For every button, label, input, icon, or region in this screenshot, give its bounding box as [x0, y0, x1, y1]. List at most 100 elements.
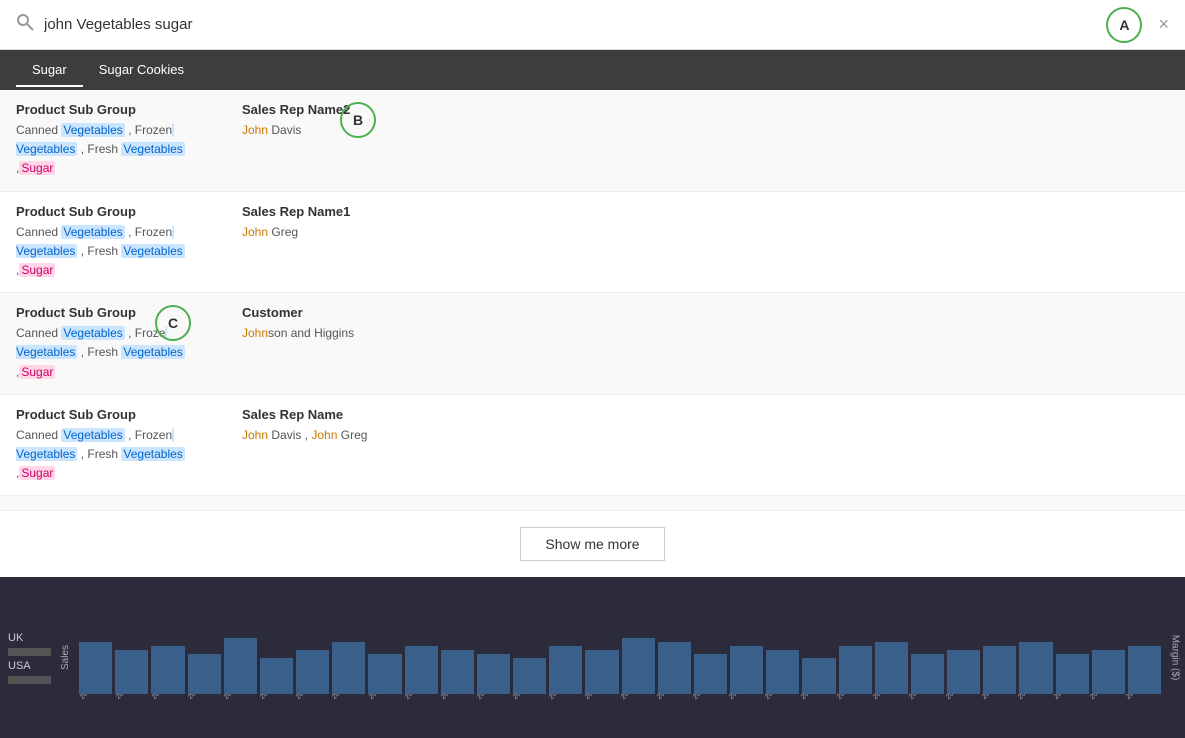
plain-text: son and Higgins — [268, 326, 354, 340]
plain-text: Davis — [268, 123, 301, 137]
chart-x-label-0: 2012-Jan — [79, 694, 109, 701]
chart-x-label-14: 2013-Mar — [584, 694, 614, 701]
plain-text: Canned — [16, 428, 61, 442]
highlight-blue: Vegetables — [121, 244, 184, 258]
result-right-col-1: Sales Rep Name1John Greg — [226, 204, 1169, 281]
chart-x-labels: 2012-Jan2012-Feb2012-Mar2012-Apr2012-May… — [75, 694, 1165, 734]
margin-axis-label: Margin ($) — [1165, 577, 1185, 738]
chart-x-label-22: 2013-Nov — [872, 694, 902, 701]
tab-sugar[interactable]: Sugar — [16, 54, 83, 87]
chart-bar-27 — [1056, 654, 1089, 694]
left-values-0: Canned Vegetables , Frozen Vegetables , … — [16, 121, 226, 179]
plain-text: Greg — [268, 225, 298, 239]
left-header-2: Product Sub Group — [16, 305, 226, 320]
chart-x-label-11: 2012-Dec — [476, 694, 506, 701]
left-header-1: Product Sub Group — [16, 204, 226, 219]
plain-text: , Fresh — [77, 142, 121, 156]
results-area: Product Sub Group Canned Vegetables , Fro… — [0, 90, 1185, 510]
plain-text: , Fresh — [77, 345, 121, 359]
result-right-col-3: Sales Rep NameJohn Davis , John Greg — [226, 407, 1169, 484]
result-left-col-0: Product Sub GroupCanned Vegetables , Fro… — [16, 102, 226, 179]
left-values-1: Canned Vegetables , Frozen Vegetables , … — [16, 223, 226, 281]
result-row-3[interactable]: Product Sub GroupCanned Vegetables , Fro… — [0, 395, 1185, 497]
chart-x-label-8: 2012-Sep — [368, 694, 398, 701]
chart-x-label-1: 2012-Feb — [115, 694, 145, 701]
region-bar-uk — [8, 648, 51, 656]
plain-text: Canned — [16, 326, 61, 340]
chart-x-label-20: 2013-Sep — [800, 694, 830, 701]
result-row-1[interactable]: Product Sub Group Canned Vegetables , Fro… — [0, 192, 1185, 294]
sales-axis-label: Sales — [55, 577, 75, 738]
chart-x-label-9: 2012-Oct — [404, 694, 434, 701]
circle-a-annotation: A — [1106, 7, 1142, 43]
highlight-pink: Sugar — [19, 161, 55, 175]
left-header-4: Product Sub Group — [16, 508, 226, 510]
chart-bar-19 — [766, 650, 799, 694]
result-row-4[interactable]: Product Sub GroupCanned Vegetables , Fro… — [0, 496, 1185, 510]
left-header-3: Product Sub Group — [16, 407, 226, 422]
chart-x-label-24: 2014-Jan — [945, 694, 975, 701]
result-left-col-2: Product Sub GroupCanned Vegetables , Fro… — [16, 305, 226, 382]
circle-b-annotation: B — [340, 102, 376, 138]
chart-x-label-27: 2014-Apr — [1053, 694, 1083, 701]
chart-x-label-15: 2013-Apr — [620, 694, 650, 701]
tab-bar: Sugar Sugar Cookies — [0, 50, 1185, 90]
region-bar-usa — [8, 676, 51, 684]
chart-bar-17 — [694, 654, 727, 694]
plain-text: , Fresh — [77, 447, 121, 461]
chart-x-label-3: 2012-Apr — [187, 694, 217, 701]
chart-x-label-16: 2013-May — [656, 694, 686, 701]
tab-sugar-cookies[interactable]: Sugar Cookies — [83, 54, 200, 87]
chart-x-label-29: 2014-Jun — [1125, 694, 1155, 701]
result-row-0[interactable]: Product Sub GroupCanned Vegetables , Fro… — [0, 90, 1185, 192]
circle-c-annotation: C — [155, 305, 191, 341]
chart-x-label-26: 2014-Mar — [1017, 694, 1047, 701]
chart-left-labels: UK USA — [0, 577, 55, 738]
right-header-4: Manager — [242, 508, 1169, 510]
result-right-col-4: ManagerJohn Davis , John Greg — [226, 508, 1169, 510]
chart-x-label-19: 2013-Aug — [764, 694, 794, 701]
chart-x-label-6: 2012-Jul — [295, 694, 325, 701]
right-values-0: John Davis — [242, 121, 1169, 140]
right-header-2: Customer — [242, 305, 1169, 320]
chart-x-label-23: 2013-Dec — [908, 694, 938, 701]
chart-x-label-18: 2013-Jul — [728, 694, 758, 701]
show-more-wrap: Show me more — [0, 510, 1185, 577]
chart-x-label-5: 2012-Jun — [259, 694, 289, 701]
chart-x-label-13: 2013-Feb — [548, 694, 578, 701]
chart-bar-7 — [332, 642, 365, 694]
plain-text: , Frozen — [125, 428, 172, 442]
chart-bar-15 — [622, 638, 655, 694]
chart-x-label-7: 2012-Aug — [331, 694, 361, 701]
region-label-usa: USA — [8, 660, 51, 672]
chart-bar-18 — [730, 646, 763, 694]
chart-x-label-28: 2014-May — [1089, 694, 1119, 701]
result-right-col-2: CustomerJohnson and Higgins — [226, 305, 1169, 382]
chart-bar-0 — [79, 642, 112, 694]
chart-x-label-17: 2013-Jun — [692, 694, 722, 701]
result-left-col-3: Product Sub GroupCanned Vegetables , Fro… — [16, 407, 226, 484]
chart-bar-6 — [296, 650, 329, 694]
right-header-0: Sales Rep Name2 — [242, 102, 1169, 117]
right-header-3: Sales Rep Name — [242, 407, 1169, 422]
chart-bar-2 — [151, 646, 184, 694]
chart-bar-3 — [188, 654, 221, 694]
chart-bar-23 — [911, 654, 944, 694]
close-button[interactable]: × — [1158, 14, 1169, 35]
result-row-2[interactable]: Product Sub GroupCanned Vegetables , Fro… — [0, 293, 1185, 395]
search-input[interactable] — [44, 16, 1096, 33]
chart-bar-13 — [549, 646, 582, 694]
chart-bars — [75, 581, 1165, 694]
highlight-yellow: John — [242, 225, 268, 239]
chart-x-label-4: 2012-May — [223, 694, 253, 701]
chart-bar-20 — [802, 658, 835, 694]
result-left-col-1: Product Sub Group Canned Vegetables , Fro… — [16, 204, 226, 281]
chart-bar-4 — [224, 638, 257, 694]
chart-bar-12 — [513, 658, 546, 694]
chart-bar-5 — [260, 658, 293, 694]
plain-text: , Fresh — [77, 244, 121, 258]
chart-bar-8 — [368, 654, 401, 694]
highlight-pink: Sugar — [19, 466, 55, 480]
chart-bar-26 — [1019, 642, 1052, 694]
show-more-button[interactable]: Show me more — [520, 527, 664, 561]
